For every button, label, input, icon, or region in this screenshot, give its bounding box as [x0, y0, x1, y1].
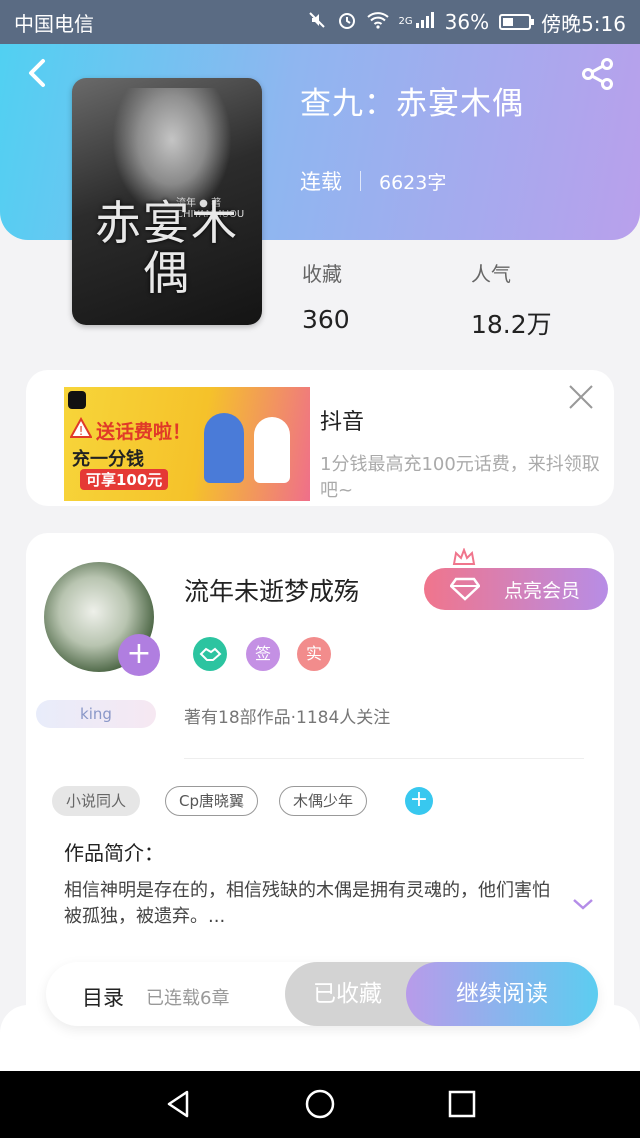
favorites-stat: 收藏 360	[302, 258, 350, 334]
divider	[360, 171, 361, 191]
close-icon	[569, 385, 593, 409]
tag-chip[interactable]: 木偶少年	[279, 786, 368, 816]
toc-button[interactable]: 目录	[82, 982, 124, 1012]
favorites-label: 收藏	[302, 262, 342, 286]
signed-badge[interactable]: 签	[246, 637, 280, 671]
network-label: 2G	[398, 15, 413, 27]
popularity-value: 18.2万	[471, 310, 552, 339]
battery-icon	[499, 14, 535, 30]
verified-badge[interactable]: 实	[297, 637, 331, 671]
divider	[184, 758, 584, 759]
author-stats: 著有18部作品·1184人关注	[184, 708, 391, 728]
cover-title: 赤宴木偶	[95, 196, 239, 300]
ad-image-headline: 送话费啦！	[96, 421, 192, 443]
ad-close-button[interactable]	[568, 384, 594, 410]
ad-title[interactable]: 抖音	[320, 404, 364, 436]
nav-back-icon[interactable]	[163, 1088, 195, 1120]
author-name[interactable]: 流年未逝梦成殇	[184, 572, 359, 608]
warning-icon: !	[70, 417, 92, 438]
crown-icon	[452, 548, 476, 565]
ad-image[interactable]: ! 送话费啦！ 充一分钱 可享100元	[64, 387, 310, 501]
book-title: 查九：赤宴木偶	[300, 86, 524, 122]
carrier-label: 中国电信	[14, 11, 94, 36]
serial-status: 连载	[300, 170, 342, 194]
clock: 傍晚5:16	[541, 11, 626, 36]
ad-description[interactable]: 1分钱最高充100元话费，来抖领取吧~	[320, 452, 610, 504]
share-button[interactable]	[580, 56, 616, 92]
status-bar: 中国电信 2G 36% 傍晚5:16	[0, 0, 640, 44]
nav-recents-icon[interactable]	[446, 1088, 478, 1120]
vip-button-label: 点亮会员	[503, 579, 580, 602]
mute-icon	[307, 10, 327, 35]
add-tag-button[interactable]: +	[405, 787, 433, 815]
continue-reading-button[interactable]: 继续阅读	[406, 962, 598, 1026]
svg-text:!: !	[79, 424, 84, 438]
chevron-down-icon	[573, 899, 593, 910]
tag-chip[interactable]: Cp唐晓翼	[165, 786, 258, 816]
alarm-icon	[337, 10, 357, 35]
popularity-stat: 人气 18.2万	[471, 258, 552, 341]
signal-icon	[415, 10, 435, 34]
favorites-value: 360	[302, 305, 350, 334]
wifi-icon	[366, 10, 389, 34]
vip-button[interactable]: 点亮会员	[424, 568, 608, 610]
expand-intro-button[interactable]	[572, 896, 594, 910]
ad-image-reward: 可享100元	[80, 469, 169, 490]
nav-home-icon[interactable]	[304, 1088, 336, 1120]
tiktok-logo-icon	[68, 391, 86, 409]
ad-image-subline: 充一分钱	[72, 449, 144, 470]
battery-percent: 36%	[444, 10, 490, 34]
chevron-left-icon	[29, 59, 45, 87]
intro-text: 相信神明是存在的，相信残缺的木偶是拥有灵魂的，他们害怕被孤独，被遗弃。...	[64, 880, 550, 927]
book-cover[interactable]: 流年 ● 著 CHIYANMUOU 赤宴木偶	[72, 78, 262, 325]
handshake-badge-icon[interactable]	[193, 637, 227, 671]
follow-author-button[interactable]: +	[118, 634, 160, 676]
word-count: 6623字	[379, 171, 447, 194]
intro-heading: 作品简介：	[64, 841, 164, 865]
user-title-tag: king	[36, 700, 156, 728]
ad-person-illustration	[204, 413, 244, 483]
share-icon	[582, 58, 613, 90]
book-meta: 连载 6623字	[300, 166, 446, 196]
diamond-icon	[450, 577, 480, 601]
chapter-count[interactable]: 已连载6章	[146, 984, 229, 1010]
back-button[interactable]	[22, 56, 56, 90]
popularity-label: 人气	[471, 262, 511, 286]
ad-person-illustration	[254, 417, 290, 483]
tag-chip[interactable]: 小说同人	[52, 786, 141, 816]
